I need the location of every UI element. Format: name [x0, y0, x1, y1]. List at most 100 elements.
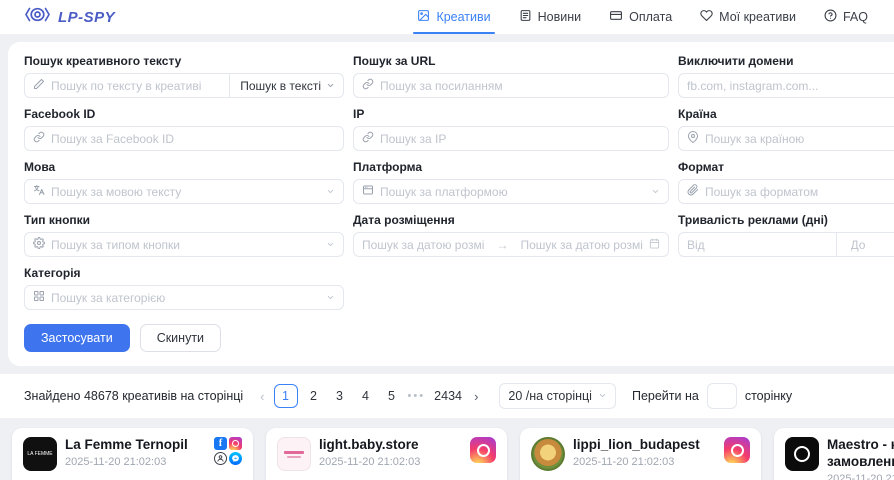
duration-from-input[interactable]: Від: [687, 238, 822, 252]
pencil-icon: [33, 78, 45, 93]
field-label: Країна: [678, 107, 894, 121]
field-label: Мова: [24, 160, 344, 174]
next-page-button[interactable]: ›: [471, 389, 481, 404]
chevron-down-icon: [326, 79, 335, 93]
creative-card[interactable]: lippi_lion_budapest 2025-11-20 21:02:03 …: [520, 428, 761, 480]
instagram-icon: [229, 437, 242, 450]
chevron-down-icon: [326, 291, 335, 305]
placement-date-range[interactable]: Пошук за датою розміщення → Пошук за дат…: [353, 232, 669, 257]
placeholder-text: Пошук за типом кнопки: [51, 238, 320, 252]
browser-window-icon: [362, 184, 374, 199]
page-button-current[interactable]: 1: [274, 384, 298, 408]
placeholder-text: fb.com, instagram.com...: [687, 79, 894, 93]
placeholder-text: Пошук за платформою: [380, 185, 645, 199]
button-type-select[interactable]: Пошук за типом кнопки: [24, 232, 344, 257]
nav-news[interactable]: Новини: [519, 0, 582, 34]
field-url: Пошук за URL Пошук за посиланням: [353, 54, 669, 98]
nav-creatives[interactable]: Креативи: [417, 0, 490, 34]
page-button-last[interactable]: 2434: [431, 389, 465, 403]
goto-page-input[interactable]: [707, 383, 737, 409]
pagination-ellipsis[interactable]: •••: [408, 390, 426, 402]
field-facebook-id: Facebook ID Пошук за Facebook ID: [24, 107, 344, 151]
app-logo[interactable]: LP-SPY: [24, 6, 115, 28]
divider: [836, 233, 837, 256]
goto-page: Перейти на сторінку: [632, 383, 792, 409]
field-label: Виключити домени: [678, 54, 894, 68]
placeholder-text: Пошук за категорією: [51, 291, 320, 305]
creative-date: 2025-11-20 21:02:03: [319, 456, 458, 468]
prev-page-button[interactable]: ‹: [257, 389, 267, 404]
nav-payment[interactable]: Оплата: [609, 0, 672, 34]
field-label: Тривалість реклами (дні): [678, 213, 894, 227]
placeholder-text: Пошук за форматом: [705, 185, 894, 199]
field-duration: Тривалість реклами (дні) Від До: [678, 213, 894, 257]
duration-to-input[interactable]: До: [851, 238, 894, 252]
creative-card[interactable]: Maestro - кухні, ме замовлення в Ужг 202…: [774, 428, 894, 480]
creatives-grid: LA FEMME La Femme Ternopil 2025-11-20 21…: [0, 428, 894, 480]
page-button-2[interactable]: 2: [304, 389, 324, 403]
field-ip: IP Пошук за IP: [353, 107, 669, 151]
results-bar: Знайдено 48678 креативів на сторінці ‹ 1…: [0, 374, 894, 418]
grid-icon: [33, 290, 45, 305]
url-input[interactable]: Пошук за посиланням: [353, 73, 669, 98]
creative-card[interactable]: light.baby.store 2025-11-20 21:02:03 3 d…: [266, 428, 507, 480]
nav-label: FAQ: [843, 10, 868, 24]
field-placement-date: Дата розміщення Пошук за датою розміщенн…: [353, 213, 669, 257]
duration-range[interactable]: Від До: [678, 232, 894, 257]
instagram-icon: [724, 437, 750, 463]
network-icons: [466, 437, 496, 471]
map-pin-icon: [687, 131, 699, 146]
translate-icon: [33, 184, 45, 199]
nav-label: Новини: [538, 10, 582, 24]
creative-date: 2025-11-20 21:02:03: [827, 473, 894, 480]
page-button-3[interactable]: 3: [330, 389, 350, 403]
link-icon: [362, 78, 374, 93]
field-label: Дата розміщення: [353, 213, 669, 227]
page-button-5[interactable]: 5: [382, 389, 402, 403]
facebook-id-input[interactable]: Пошук за Facebook ID: [24, 126, 344, 151]
page-size-select[interactable]: 20 /на сторінці: [499, 383, 616, 409]
creative-card[interactable]: LA FEMME La Femme Ternopil 2025-11-20 21…: [12, 428, 253, 480]
creative-date: 2025-11-20 21:02:03: [573, 456, 712, 468]
field-label: Пошук за URL: [353, 54, 669, 68]
exclude-domains-input[interactable]: fb.com, instagram.com...: [678, 73, 894, 98]
creative-date: 2025-11-20 21:02:03: [65, 456, 204, 468]
field-language: Мова Пошук за мовою тексту: [24, 160, 344, 204]
text-search-mode-select[interactable]: Пошук в тексті: [229, 74, 343, 97]
field-creative-text: Пошук креативного тексту Пошук по тексту…: [24, 54, 344, 98]
nav-label: Мої креативи: [719, 10, 796, 24]
page-button-4[interactable]: 4: [356, 389, 376, 403]
chevron-down-icon: [326, 238, 335, 252]
field-platform: Платформа Пошук за платформою: [353, 160, 669, 204]
field-country: Країна Пошук за країною: [678, 107, 894, 151]
avatar: [277, 437, 311, 471]
page-size-value: 20 /на сторінці: [508, 389, 592, 403]
nav-label: Креативи: [436, 10, 490, 24]
creative-text-input[interactable]: Пошук по тексту в креативі Пошук в текст…: [24, 73, 344, 98]
messenger-icon: [229, 452, 242, 465]
goto-suffix-label: сторінку: [745, 389, 792, 403]
pagination: ‹ 1 2 3 4 5 ••• 2434 ›: [257, 384, 481, 408]
placeholder-text: Пошук за посиланням: [380, 79, 660, 93]
country-input[interactable]: Пошук за країною: [678, 126, 894, 151]
language-select[interactable]: Пошук за мовою тексту: [24, 179, 344, 204]
nav-my-creatives[interactable]: Мої креативи: [700, 0, 796, 34]
date-from-placeholder: Пошук за датою розміщення: [362, 238, 485, 252]
nav-faq[interactable]: FAQ: [824, 0, 868, 34]
credit-card-icon: [609, 9, 623, 25]
platform-select[interactable]: Пошук за платформою: [353, 179, 669, 204]
ip-input[interactable]: Пошук за IP: [353, 126, 669, 151]
format-input[interactable]: Пошук за форматом: [678, 179, 894, 204]
creative-title: La Femme Ternopil: [65, 437, 204, 454]
question-icon: [824, 9, 837, 25]
facebook-icon: f: [214, 437, 227, 450]
category-select[interactable]: Пошук за категорією: [24, 285, 344, 310]
apply-button[interactable]: Застосувати: [24, 324, 130, 352]
field-label: Тип кнопки: [24, 213, 344, 227]
image-icon: [417, 9, 430, 25]
field-label: Платформа: [353, 160, 669, 174]
placeholder-text: Пошук по тексту в креативі: [51, 79, 223, 93]
reset-button[interactable]: Скинути: [140, 324, 221, 352]
creative-title: lippi_lion_budapest: [573, 437, 712, 454]
creative-title: Maestro - кухні, ме замовлення в Ужг: [827, 437, 894, 471]
